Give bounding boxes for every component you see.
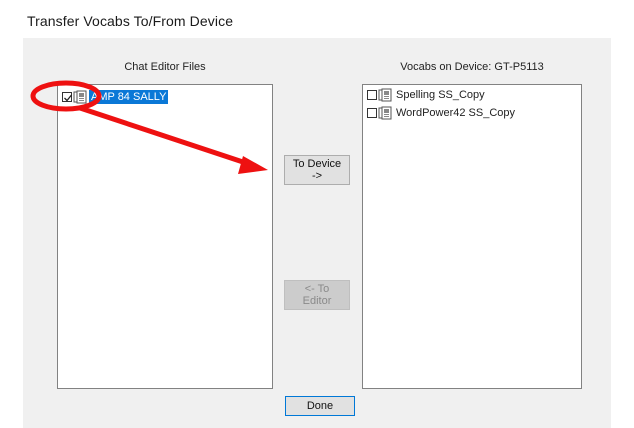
- vocab-file-icon: [378, 106, 392, 120]
- to-editor-button[interactable]: <- To Editor: [284, 280, 350, 310]
- vocab-file-icon: [73, 90, 87, 104]
- device-vocabs-list[interactable]: Spelling SS_Copy WordPower42 SS_Copy: [362, 84, 582, 389]
- editor-file-label: AMP 84 SALLY: [89, 90, 169, 104]
- device-vocab-label: WordPower42 SS_Copy: [396, 107, 516, 119]
- vocab-file-icon: [378, 88, 392, 102]
- window-title: Transfer Vocabs To/From Device: [27, 13, 234, 29]
- done-button[interactable]: Done: [285, 396, 355, 416]
- checkbox-unchecked[interactable]: [367, 108, 377, 118]
- device-vocabs-label: Vocabs on Device: GT-P5113: [400, 61, 544, 73]
- editor-files-list[interactable]: AMP 84 SALLY: [57, 84, 273, 389]
- to-device-button[interactable]: To Device ->: [284, 155, 350, 185]
- title-bar: Transfer Vocabs To/From Device: [0, 0, 634, 38]
- checkbox-unchecked[interactable]: [367, 90, 377, 100]
- list-item-device-vocab[interactable]: Spelling SS_Copy: [367, 86, 487, 104]
- device-vocab-label: Spelling SS_Copy: [396, 89, 485, 101]
- checkbox-checked[interactable]: [62, 92, 73, 102]
- editor-files-label: Chat Editor Files: [124, 61, 206, 73]
- list-item-editor-file[interactable]: AMP 84 SALLY: [62, 88, 169, 106]
- list-item-device-vocab[interactable]: WordPower42 SS_Copy: [367, 104, 517, 122]
